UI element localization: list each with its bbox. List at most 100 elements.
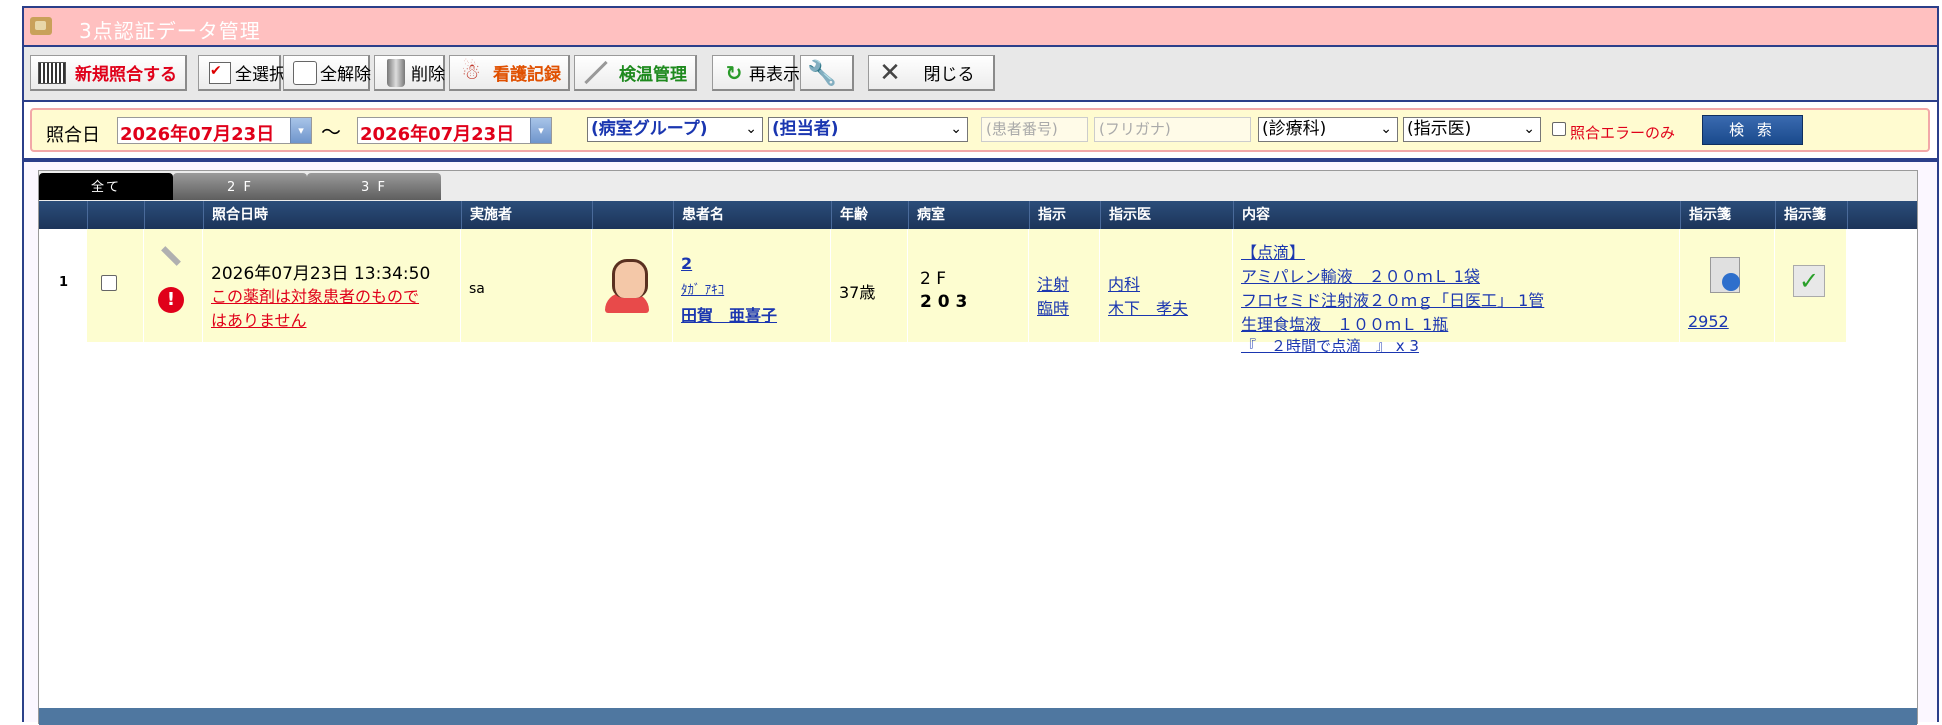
empty-box-icon	[293, 60, 317, 85]
department-link[interactable]: 内科	[1108, 271, 1140, 295]
refresh-button[interactable]: ↻ 再表示	[712, 55, 800, 91]
checked-box-icon: ✔	[209, 61, 231, 84]
col-operator: 実施者	[461, 201, 592, 229]
error-icon: !	[158, 287, 184, 313]
nursing-record-button[interactable]: ☃ 看護記録	[449, 55, 570, 91]
col-doctor: 指示医	[1100, 201, 1233, 229]
order-cell: 注射 臨時	[1029, 229, 1099, 342]
calendar-icon[interactable]: ▾	[290, 118, 311, 143]
room-number: 2 0 3	[920, 292, 968, 312]
col-content: 内容	[1233, 201, 1680, 229]
tab-3f[interactable]: 3 F	[307, 173, 441, 200]
delete-button[interactable]: 削除	[374, 55, 445, 91]
settings-button[interactable]: 🔧	[800, 55, 854, 91]
delete-label: 削除	[411, 65, 445, 85]
content-line[interactable]: 【点滴】	[1241, 239, 1305, 263]
content-line[interactable]: 『 ２時間で点滴 』 x 3	[1241, 335, 1419, 356]
thermometer-icon	[584, 60, 608, 85]
furigana-placeholder: (フリガナ)	[1099, 120, 1171, 138]
ward-group-select[interactable]: (病室グループ) ⌄	[587, 117, 763, 142]
col-order-slip-2: 指示箋	[1775, 201, 1847, 229]
date-from-value: 2026年07月23日	[120, 124, 275, 145]
error-message-2[interactable]: はありません	[211, 307, 307, 331]
select-all-label: 全選択	[235, 65, 286, 85]
date-from-field[interactable]: 2026年07月23日 ▾	[117, 117, 312, 145]
age-cell: 37歳	[831, 229, 907, 342]
department-select[interactable]: (診療科) ⌄	[1258, 117, 1398, 142]
date-to-value: 2026年07月23日	[360, 124, 515, 145]
window-title: 3点認証データ管理	[79, 19, 261, 43]
close-icon: ✕	[879, 57, 901, 88]
patient-number-placeholder: (患者番号)	[986, 120, 1058, 138]
error-only-checkbox[interactable]	[1552, 122, 1566, 136]
chevron-down-icon: ⌄	[1523, 121, 1535, 137]
col-datetime: 照合日時	[203, 201, 461, 229]
order-slip-cell-2: ✓	[1775, 229, 1846, 342]
new-match-button[interactable]: 新規照合する	[30, 55, 187, 91]
content-line[interactable]: アミパレン輸液 ２００ｍＬ 1袋	[1241, 263, 1480, 287]
table-row[interactable]: 1 ! 2026年07月23日 13:34:50 この薬剤は対象患者のもので は…	[39, 229, 1917, 355]
room-cell: 2 F 2 0 3	[908, 229, 1028, 342]
tab-all[interactable]: 全て	[39, 173, 173, 200]
syringe-icon	[161, 246, 181, 266]
staff-select[interactable]: (担当者) ⌄	[768, 117, 968, 142]
col-order: 指示	[1029, 201, 1100, 229]
content-line[interactable]: フロセミド注射液２０ｍｇ「日医工」 1管	[1241, 287, 1544, 311]
calendar-icon[interactable]: ▾	[530, 118, 551, 143]
patient-id-link[interactable]: 2	[681, 254, 692, 273]
nursing-record-label: 看護記録	[493, 65, 561, 85]
status-bar	[39, 708, 1917, 725]
date-to-field[interactable]: 2026年07月23日 ▾	[357, 117, 552, 145]
deselect-all-button[interactable]: 全解除	[283, 55, 371, 91]
patient-avatar-icon	[612, 259, 648, 298]
operator-name: sa	[469, 281, 485, 297]
select-all-button[interactable]: ✔ 全選択	[198, 55, 286, 91]
temperature-label: 検温管理	[619, 65, 687, 85]
new-match-label: 新規照合する	[75, 65, 177, 85]
col-room: 病室	[908, 201, 1029, 229]
col-order-slip: 指示箋	[1680, 201, 1775, 229]
row-index-cell: 1	[39, 229, 86, 342]
error-only-label: 照合エラーのみ	[1570, 124, 1676, 142]
order-kind-link[interactable]: 臨時	[1037, 295, 1069, 319]
furigana-input[interactable]: (フリガナ)	[1094, 117, 1251, 142]
department-value: (診療科)	[1262, 119, 1327, 139]
content-line[interactable]: 生理食塩液 １００ｍＬ 1瓶	[1241, 311, 1448, 335]
table-header: 照合日時 実施者 患者名 年齢 病室 指示 指示医 内容 指示箋 指示箋	[39, 201, 1917, 229]
tab-bar: 全て 2 F 3 F	[39, 171, 1917, 201]
row-select-cell	[87, 229, 143, 342]
order-type-link[interactable]: 注射	[1037, 271, 1069, 295]
date-label: 照合日	[46, 125, 100, 146]
search-button[interactable]: 検 索	[1702, 115, 1803, 145]
title-bar: 3点認証データ管理	[22, 6, 1939, 47]
patient-name-link[interactable]: 田賀 亜喜子	[681, 302, 777, 326]
toolbar: 新規照合する ✔ 全選択 全解除 削除 ☃ 看護記録 検温管理 ↻ 再表示 🔧 …	[22, 47, 1939, 100]
patient-cell: 2 ﾀｶﾞ ｱｷｺ 田賀 亜喜子	[673, 229, 830, 342]
ward-group-value: (病室グループ)	[591, 119, 708, 139]
deselect-all-label: 全解除	[320, 65, 371, 85]
patient-kana-link[interactable]: ﾀｶﾞ ｱｷｺ	[681, 279, 724, 298]
app-icon	[30, 17, 52, 35]
temperature-button[interactable]: 検温管理	[574, 55, 697, 91]
avatar-cell	[592, 229, 672, 342]
row-status-cell: !	[144, 229, 202, 342]
col-avatar	[592, 201, 673, 229]
staff-value: (担当者)	[772, 119, 839, 139]
order-slip-link[interactable]: 2952	[1688, 312, 1729, 331]
col-patient-name: 患者名	[673, 201, 831, 229]
patient-number-input[interactable]: (患者番号)	[981, 117, 1088, 142]
range-separator: 〜	[321, 120, 341, 144]
row-checkbox[interactable]	[101, 275, 117, 291]
operator-cell: sa	[461, 229, 591, 342]
doctor-select[interactable]: (指示医) ⌄	[1403, 117, 1541, 142]
chevron-down-icon: ⌄	[1380, 121, 1392, 137]
doctor-link[interactable]: 木下 孝夫	[1108, 295, 1188, 319]
tab-2f[interactable]: 2 F	[173, 173, 307, 200]
close-label: 閉じる	[923, 65, 975, 85]
checklist-icon[interactable]: ✓	[1793, 265, 1825, 297]
error-message[interactable]: この薬剤は対象患者のもので	[211, 283, 419, 307]
doctor-value: (指示医)	[1407, 119, 1472, 139]
close-button[interactable]: ✕ 閉じる	[868, 55, 995, 91]
order-slip-cell: 2952	[1680, 229, 1774, 342]
nurse-icon: ☃	[461, 60, 481, 85]
